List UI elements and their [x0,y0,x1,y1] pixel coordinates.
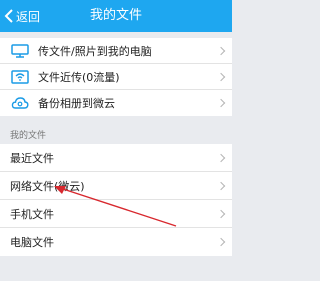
computer-files-label: 电脑文件 [10,236,54,249]
chevron-right-icon [216,72,226,81]
recent-files-label: 最近文件 [10,151,54,165]
top-bar: 返回 我的文件 [0,0,232,32]
file-category-group: 最近文件 网络文件(微云) 手机文件 电脑文件 [0,144,232,256]
chevron-right-icon [216,181,226,190]
wifi-box-icon [10,69,30,85]
phone-files-item[interactable]: 手机文件 [0,200,232,228]
chevron-right-icon [216,98,226,108]
chevron-right-icon [216,46,226,55]
monitor-icon [10,43,30,59]
send-to-computer-item[interactable]: 传文件/照片到我的电脑 [0,38,232,64]
backup-album-label: 备份相册到微云 [38,97,115,110]
transfer-group: 传文件/照片到我的电脑 文件近传(0流量) 备份相册到微云 [0,38,232,116]
send-to-computer-label: 传文件/照片到我的电脑 [38,44,152,58]
backup-album-item[interactable]: 备份相册到微云 [0,90,232,116]
section-header: 我的文件 [10,131,47,141]
page-title: 我的文件 [89,8,142,23]
network-files-item[interactable]: 网络文件(微云) [0,172,232,200]
chevron-right-icon [216,209,226,218]
chevron-right-icon [216,153,226,162]
cloud-icon [10,95,30,111]
nearby-transfer-label: 文件近传(0流量) [38,70,120,84]
recent-files-item[interactable]: 最近文件 [0,144,232,172]
computer-files-item[interactable]: 电脑文件 [0,228,232,256]
network-files-label: 网络文件(微云) [10,179,85,193]
chevron-right-icon [216,237,226,247]
nearby-transfer-item[interactable]: 文件近传(0流量) [0,64,232,90]
phone-files-label: 手机文件 [10,207,54,221]
